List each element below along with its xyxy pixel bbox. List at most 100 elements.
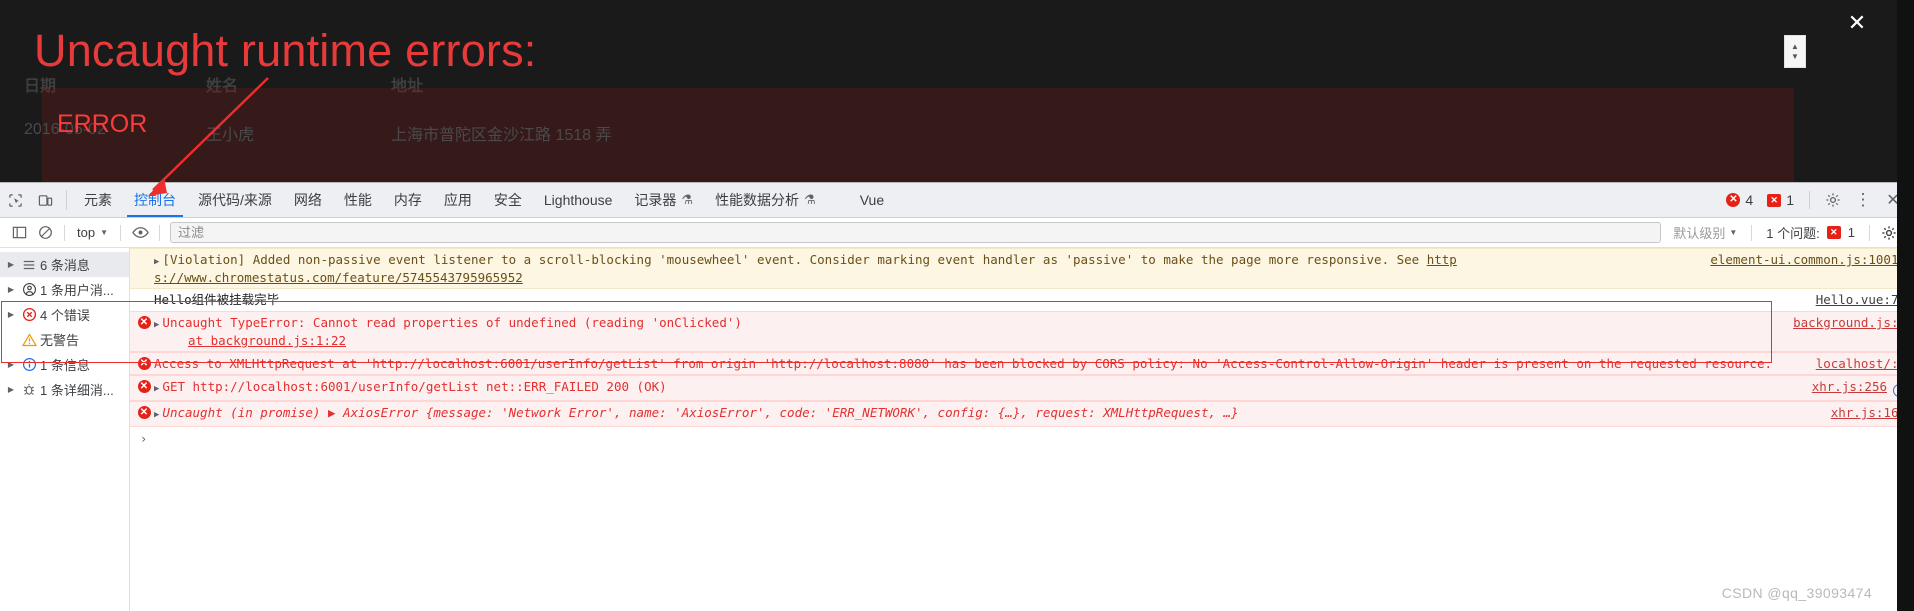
console-message-list: ▶ [Violation] Added non-passive event lis… — [130, 248, 1914, 611]
error-overlay-band — [42, 88, 1794, 182]
disclosure-triangle-icon[interactable]: ▶ — [4, 360, 18, 369]
inspect-element-icon[interactable] — [0, 183, 30, 217]
disclosure-triangle-placeholder: ▶ — [4, 335, 18, 344]
error-icon: ✕ — [137, 380, 151, 393]
tab-label: 内存 — [393, 192, 422, 208]
sidebar-item-label: 1 条信息 — [40, 358, 90, 373]
console-message-violation[interactable]: ▶ [Violation] Added non-passive event lis… — [130, 248, 1914, 289]
error-text: Uncaught (in promise) ▶ AxiosError {mess… — [162, 405, 1239, 420]
sidebar-item-label: 无警告 — [40, 333, 80, 348]
gear-icon[interactable] — [1818, 183, 1848, 217]
console-message-error-axios[interactable]: ✕ ▶ Uncaught (in promise) ▶ AxiosError {m… — [130, 401, 1914, 427]
warning-icon — [18, 332, 40, 347]
message-text: Access to XMLHttpRequest at 'http://loca… — [154, 356, 1773, 371]
sidebar-toggle-icon[interactable] — [6, 220, 32, 246]
bug-icon — [18, 382, 40, 397]
error-icon — [18, 307, 40, 322]
tab-performance[interactable]: 性能 — [333, 183, 383, 217]
violation-link-url[interactable]: s://www.chromestatus.com/feature/5745543… — [154, 270, 523, 285]
tab-label: 性能数据分析 — [715, 192, 800, 208]
execution-context-selector[interactable]: top ▼ — [71, 225, 114, 240]
message-text: ▶ GET http://localhost:6001/userInfo/getL… — [154, 379, 1804, 397]
right-gutter — [1897, 0, 1914, 611]
chevron-down-icon: ▼ — [1729, 228, 1738, 237]
source-link-text[interactable]: xhr.js:256 — [1812, 379, 1887, 394]
warning-count-value: 1 — [1786, 192, 1794, 208]
tab-performance-insights[interactable]: 性能数据分析 ⚗ — [704, 183, 827, 217]
violation-link-http[interactable]: http — [1427, 252, 1457, 267]
warning-count-indicator[interactable]: ✕ 1 — [1760, 183, 1801, 217]
tab-sources[interactable]: 源代码/来源 — [187, 183, 283, 217]
disclosure-triangle-icon[interactable]: ▶ — [4, 285, 18, 294]
disclosure-triangle-icon[interactable]: ▶ — [4, 310, 18, 319]
tab-label: Lighthouse — [543, 192, 613, 208]
tab-network[interactable]: 网络 — [283, 183, 333, 217]
message-source-link[interactable]: Hello.vue:75 — [1808, 292, 1906, 307]
tab-memory[interactable]: 内存 — [383, 183, 433, 217]
info-icon — [18, 357, 40, 372]
message-icon-slot — [136, 292, 152, 293]
tab-lighthouse[interactable]: Lighthouse — [533, 183, 624, 217]
issues-indicator[interactable]: 1 个问题: ✕ 1 — [1758, 223, 1863, 242]
more-options-icon[interactable]: ⋮ — [1848, 183, 1878, 217]
console-message-error-cors[interactable]: ✕ Access to XMLHttpRequest at 'http://lo… — [130, 352, 1914, 375]
user-icon — [18, 282, 40, 297]
tab-label: 源代码/来源 — [198, 192, 272, 208]
stack-frame-link[interactable]: at background.js:1:22 — [188, 333, 346, 348]
message-source-link[interactable]: xhr.js:256↯ — [1804, 379, 1906, 397]
message-icon-slot: ✕ — [136, 315, 152, 329]
sidebar-item-verbose[interactable]: ▶ 1 条详细消... — [0, 377, 129, 402]
tab-vue[interactable]: Vue — [849, 183, 895, 217]
error-icon: ✕ — [137, 316, 151, 329]
error-badge-icon: ✕ — [1726, 193, 1741, 207]
sidebar-item-info[interactable]: ▶ 1 条信息 — [0, 352, 129, 377]
tab-elements[interactable]: 元素 — [73, 183, 123, 217]
filter-divider — [120, 224, 121, 241]
live-expression-eye-icon[interactable] — [127, 220, 153, 246]
disclosure-triangle-icon[interactable]: ▶ — [154, 318, 159, 330]
filter-input[interactable] — [170, 222, 1662, 243]
tab-label: 应用 — [443, 192, 472, 208]
overlay-close-icon[interactable]: ✕ — [1845, 11, 1869, 35]
console-message-log[interactable]: Hello组件被挂载完毕 Hello.vue:75 — [130, 289, 1914, 311]
error-text: Uncaught TypeError: Cannot read properti… — [162, 315, 742, 330]
disclosure-triangle-icon[interactable]: ▶ — [154, 408, 159, 420]
tab-application[interactable]: 应用 — [433, 183, 483, 217]
log-level-value: 默认级别 — [1673, 226, 1726, 241]
issues-label: 1 个问题: — [1766, 226, 1820, 241]
disclosure-triangle-icon[interactable]: ▶ — [4, 260, 18, 269]
message-text: ▶ Uncaught TypeError: Cannot read propert… — [154, 315, 1785, 348]
message-text: ▶ Uncaught (in promise) ▶ AxiosError {mes… — [154, 405, 1823, 423]
error-icon: ✕ — [137, 406, 151, 419]
disclosure-triangle-icon[interactable]: ▶ — [154, 382, 159, 394]
message-source-link[interactable]: localhost/:1 — [1808, 356, 1906, 371]
stepper-down-icon[interactable]: ▼ — [1791, 53, 1799, 61]
cell-address: 上海市普陀区金沙江路 1518 弄 — [391, 127, 612, 144]
clear-console-icon[interactable] — [32, 220, 58, 246]
sidebar-item-messages[interactable]: ▶ 6 条消息 — [0, 252, 129, 277]
tab-recorder[interactable]: 记录器 ⚗ — [623, 183, 704, 217]
tab-console[interactable]: 控制台 — [123, 183, 187, 217]
log-level-selector[interactable]: 默认级别 ▼ — [1665, 223, 1745, 242]
sidebar-item-warnings[interactable]: ▶ 无警告 — [0, 327, 129, 352]
sidebar-item-errors[interactable]: ▶ 4 个错误 — [0, 302, 129, 327]
message-icon-slot: ✕ — [136, 405, 152, 419]
message-source-link[interactable]: background.js:1 — [1785, 315, 1906, 330]
disclosure-triangle-icon[interactable]: ▶ — [4, 385, 18, 394]
console-message-error-get[interactable]: ✕ ▶ GET http://localhost:6001/userInfo/ge… — [130, 375, 1914, 401]
devtools-tabstrip: 元素 控制台 源代码/来源 网络 性能 内存 应用 安全 Lighthouse … — [0, 183, 1914, 218]
console-prompt[interactable]: › — [130, 427, 1914, 449]
device-toolbar-icon[interactable] — [30, 183, 60, 217]
console-message-error-typeerror[interactable]: ✕ ▶ Uncaught TypeError: Cannot read prope… — [130, 311, 1914, 352]
tab-security[interactable]: 安全 — [483, 183, 533, 217]
message-source-link[interactable]: element-ui.common.js:10016 — [1702, 252, 1906, 267]
number-stepper[interactable]: ▲ ▼ — [1784, 35, 1806, 68]
message-source-link[interactable]: xhr.js:163 — [1823, 405, 1906, 420]
sidebar-item-label: 6 条消息 — [40, 258, 90, 273]
stepper-up-icon[interactable]: ▲ — [1791, 43, 1799, 51]
chevron-down-icon: ▼ — [100, 228, 108, 237]
error-count-indicator[interactable]: ✕ 4 — [1719, 183, 1760, 217]
disclosure-triangle-icon[interactable]: ▶ — [154, 255, 159, 267]
sidebar-item-user-messages[interactable]: ▶ 1 条用户消... — [0, 277, 129, 302]
tab-label: 控制台 — [134, 192, 176, 208]
